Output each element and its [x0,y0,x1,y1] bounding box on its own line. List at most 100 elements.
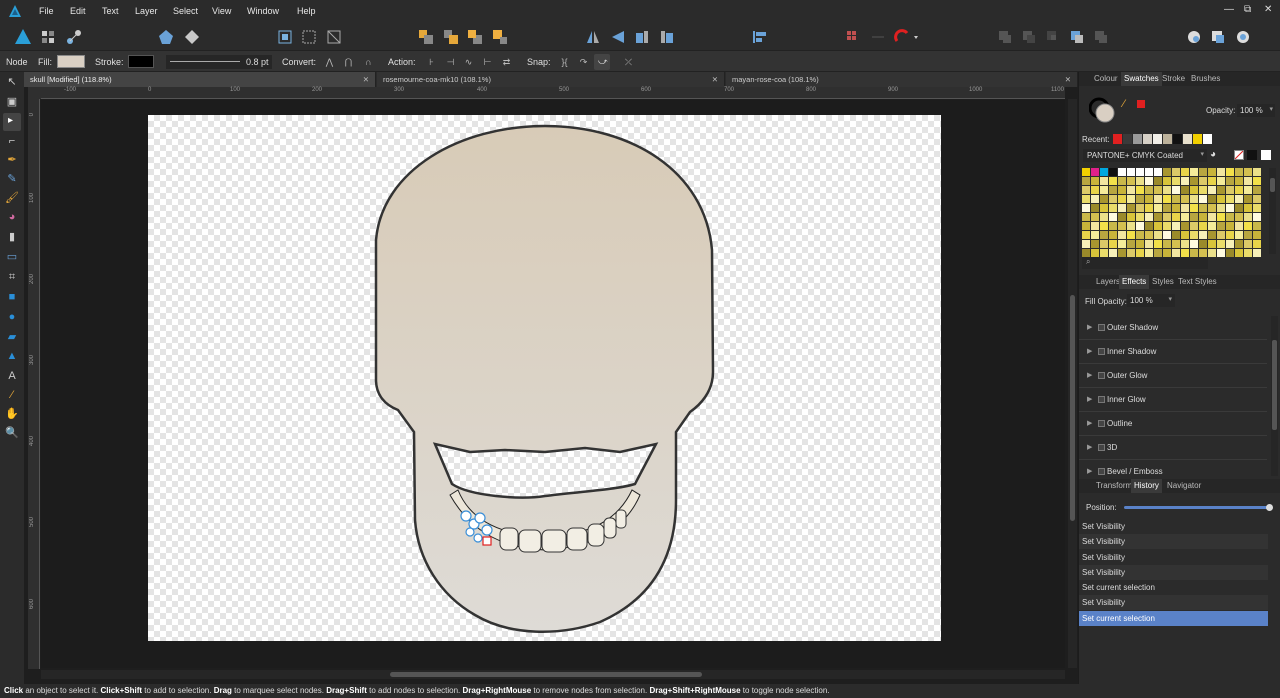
eyedropper-icon[interactable]: ⁄ [1123,98,1125,110]
palette-swatch[interactable] [1154,222,1162,230]
history-item[interactable]: Set Visibility [1079,550,1268,565]
palette-swatch[interactable] [1253,240,1261,248]
palette-swatch[interactable] [1154,186,1162,194]
tooth[interactable] [587,523,605,547]
palette-swatch[interactable] [1253,177,1261,185]
palette-swatch[interactable] [1172,195,1180,203]
palette-swatch[interactable] [1208,195,1216,203]
palette-swatch[interactable] [1136,222,1144,230]
palette-swatch[interactable] [1082,195,1090,203]
effect-inner-glow[interactable]: ▶ Inner Glow [1079,388,1267,412]
palette-swatch[interactable] [1163,240,1171,248]
palette-swatch[interactable] [1208,213,1216,221]
palette-swatch[interactable] [1199,195,1207,203]
palette-swatch[interactable] [1163,186,1171,194]
palette-swatch[interactable] [1253,186,1261,194]
tab-swatches[interactable]: Swatches [1121,72,1162,86]
palette-swatch[interactable] [1091,249,1099,257]
palette-swatch[interactable] [1208,204,1216,212]
palette-swatch[interactable] [1118,249,1126,257]
palette-swatch[interactable] [1244,240,1252,248]
palette-swatch[interactable] [1190,249,1198,257]
effects-scroll-thumb[interactable] [1272,340,1277,430]
palette-swatch[interactable] [1172,168,1180,176]
palette-swatch[interactable] [1154,177,1162,185]
expand-icon[interactable]: ▶ [1087,412,1092,436]
palette-swatch[interactable] [1253,204,1261,212]
history-position-slider[interactable] [1124,506,1270,509]
palette-swatch[interactable] [1136,168,1144,176]
effect-outer-glow[interactable]: ▶ Outer Glow [1079,364,1267,388]
palette-swatch[interactable] [1190,177,1198,185]
palette-swatch[interactable] [1235,222,1243,230]
tooth[interactable] [518,529,542,553]
effect-checkbox[interactable] [1098,396,1105,403]
palette-swatch[interactable] [1127,240,1135,248]
palette-swatch[interactable] [1199,177,1207,185]
palette-swatch[interactable] [1253,168,1261,176]
palette-swatch[interactable] [1199,240,1207,248]
palette-swatch[interactable] [1127,177,1135,185]
palette-swatch[interactable] [1145,195,1153,203]
palette-swatch[interactable] [1136,249,1144,257]
palette-swatch[interactable] [1208,168,1216,176]
tab-brushes[interactable]: Brushes [1188,72,1223,86]
palette-swatch[interactable] [1199,222,1207,230]
effect-checkbox[interactable] [1098,420,1105,427]
tab-colour[interactable]: Colour [1091,72,1121,86]
palette-swatch[interactable] [1226,195,1234,203]
palette-swatch[interactable] [1244,177,1252,185]
palette-swatch[interactable] [1235,249,1243,257]
palette-swatch[interactable] [1091,177,1099,185]
palette-swatch[interactable] [1154,204,1162,212]
palette-swatch[interactable] [1235,240,1243,248]
palette-swatch[interactable] [1226,222,1234,230]
palette-swatch[interactable] [1190,240,1198,248]
palette-swatch[interactable] [1190,231,1198,239]
palette-swatch[interactable] [1082,168,1090,176]
palette-swatch[interactable] [1172,240,1180,248]
palette-swatch[interactable] [1208,186,1216,194]
palette-swatch[interactable] [1190,168,1198,176]
history-item[interactable]: Set current selection [1079,580,1268,595]
tooth[interactable] [615,509,627,529]
active-node[interactable] [482,536,492,546]
effect-outline[interactable]: ▶ Outline [1079,412,1267,436]
palette-swatch[interactable] [1145,177,1153,185]
palette-swatch[interactable] [1145,213,1153,221]
palette-swatch[interactable] [1253,231,1261,239]
opacity-field[interactable]: 100 % ▾ [1237,104,1275,117]
tab-history[interactable]: History [1131,479,1162,493]
palette-swatch[interactable] [1181,168,1189,176]
palette-swatch[interactable] [1217,249,1225,257]
palette-swatch[interactable] [1127,213,1135,221]
palette-swatch[interactable] [1163,177,1171,185]
palette-swatch[interactable] [1154,231,1162,239]
palette-swatch[interactable] [1217,177,1225,185]
palette-swatch[interactable] [1199,213,1207,221]
palette-swatch[interactable] [1208,240,1216,248]
palette-swatch[interactable] [1091,186,1099,194]
palette-swatch[interactable] [1154,240,1162,248]
history-item[interactable]: Set Visibility [1079,519,1268,534]
recent-swatch[interactable] [1123,134,1132,144]
palette-swatch[interactable] [1154,213,1162,221]
palette-swatch[interactable] [1244,195,1252,203]
palette-swatch[interactable] [1253,249,1261,257]
expand-icon[interactable]: ▶ [1087,340,1092,364]
node-handle[interactable] [474,512,486,524]
palette-swatch[interactable] [1244,168,1252,176]
tooth[interactable] [603,517,617,539]
palette-swatch[interactable] [1109,168,1117,176]
palette-swatch[interactable] [1226,249,1234,257]
palette-swatch[interactable] [1199,168,1207,176]
palette-swatch[interactable] [1244,204,1252,212]
palette-swatch[interactable] [1208,177,1216,185]
palette-swatch[interactable] [1181,240,1189,248]
palette-swatch[interactable] [1145,186,1153,194]
picked-color-swatch[interactable] [1137,100,1145,108]
tab-transform[interactable]: Transform [1093,479,1135,493]
palette-swatch[interactable] [1127,249,1135,257]
node-handle[interactable] [481,524,493,536]
palette-swatch[interactable] [1127,186,1135,194]
